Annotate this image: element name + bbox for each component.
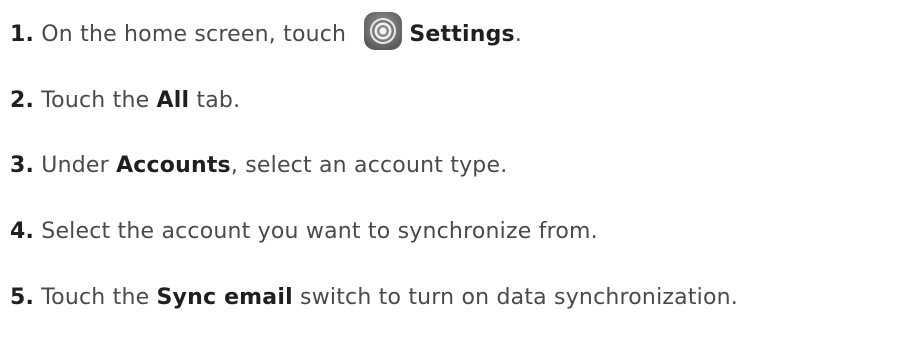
step-number: 4. xyxy=(10,219,35,244)
step-2: 2. Touch the All tab. xyxy=(10,86,240,116)
all-tab-term: All xyxy=(156,88,190,113)
step-text: Under xyxy=(41,153,117,178)
step-text: On the home screen, touch xyxy=(41,22,354,47)
step-5: 5. Touch the Sync email switch to turn o… xyxy=(10,283,738,313)
step-text-end: tab. xyxy=(189,88,241,113)
step-number: 2. xyxy=(10,88,35,113)
accounts-term: Accounts xyxy=(116,153,231,178)
sync-email-term: Sync email xyxy=(156,285,293,310)
settings-term: Settings xyxy=(409,22,515,47)
step-number: 1. xyxy=(10,22,35,47)
step-1: 1. On the home screen, touch Settings. xyxy=(10,12,523,51)
settings-gear-icon xyxy=(364,12,403,50)
step-text-end: . xyxy=(514,22,523,47)
step-3: 3. Under Accounts, select an account typ… xyxy=(10,151,507,181)
step-text: Touch the xyxy=(41,88,157,113)
step-number: 5. xyxy=(10,285,35,310)
step-text-end: switch to turn on data synchronization. xyxy=(292,285,738,310)
step-text: Touch the xyxy=(41,285,157,310)
step-text-end: , select an account type. xyxy=(230,153,508,178)
step-4: 4. Select the account you want to synchr… xyxy=(10,217,598,247)
step-text: Select the account you want to synchroni… xyxy=(41,219,598,244)
step-number: 3. xyxy=(10,153,35,178)
